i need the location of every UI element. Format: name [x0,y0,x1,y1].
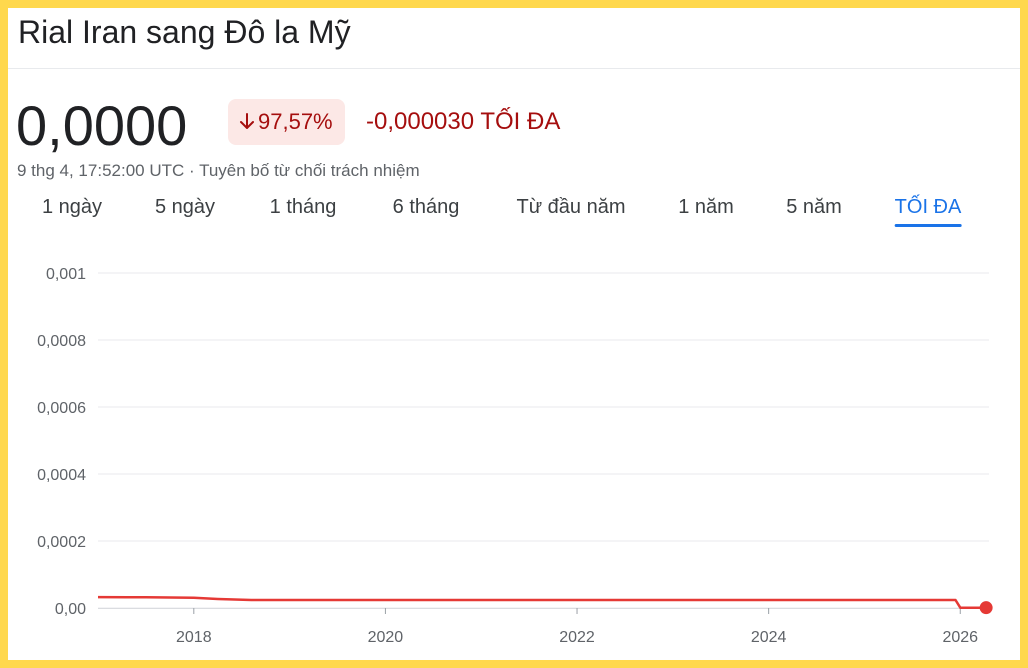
x-tick-label: 2020 [368,629,404,646]
series-line [97,595,987,609]
y-tick-label: 0,0002 [37,534,86,551]
y-tick-label: 0,001 [46,266,86,283]
y-tick-label: 0,0004 [37,467,86,484]
x-tick-label: 2022 [559,629,595,646]
y-tick-label: 0,0008 [37,333,86,350]
x-tick-label: 2024 [751,629,787,646]
y-tick-label: 0,0006 [37,400,86,417]
currency-panel: Rial Iran sang Đô la Mỹ 0,0000 97,57% -0… [8,8,1020,660]
price-chart[interactable]: 0,001 0,0008 0,0006 0,0004 0,0002 0,00 2018 202… [8,8,1020,660]
x-tick-label: 2026 [942,629,978,646]
last-point-marker [979,601,993,615]
x-tick-label: 2018 [176,629,212,646]
y-tick-label: 0,00 [55,601,86,618]
